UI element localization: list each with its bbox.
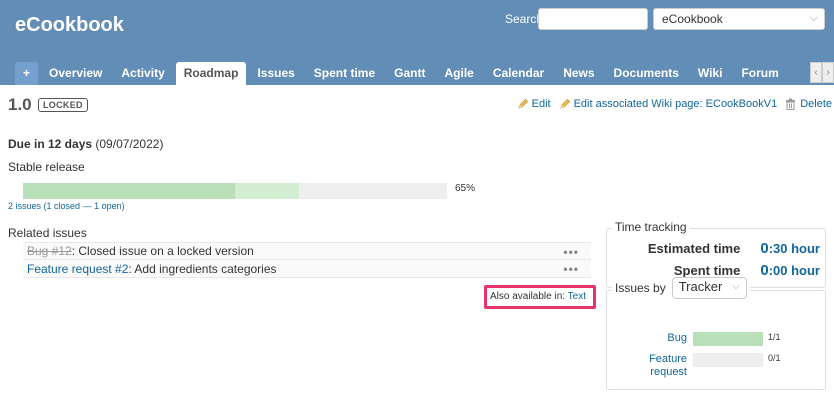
estimated-time-label: Estimated time <box>647 241 741 256</box>
tabs-scroll-buttons: ‹ › <box>810 62 834 85</box>
estimated-time-value[interactable]: 0:30 hour <box>760 240 820 257</box>
delete-link-label: Delete <box>800 98 832 110</box>
tab-forum[interactable]: Forum <box>733 62 786 85</box>
tracker-link[interactable]: Feature request <box>640 353 687 379</box>
progress-closed <box>23 183 235 199</box>
tab-news[interactable]: News <box>555 62 602 85</box>
edit-wiki-link[interactable]: Edit associated Wiki page: ECookBookV1 <box>559 98 778 110</box>
content: 1.0 LOCKED Edit Edit associated Wiki pag… <box>0 85 834 393</box>
tab-calendar[interactable]: Calendar <box>485 62 552 85</box>
tracker-row-feature-request: Feature request 0/1 <box>640 353 810 379</box>
tracker-row-bug: Bug 1/1 <box>640 332 810 346</box>
tracker-progress <box>693 353 763 367</box>
tab-roadmap[interactable]: Roadmap <box>175 62 247 85</box>
table-row: Bug #12 : Closed issue on a locked versi… <box>23 242 591 260</box>
chevron-down-icon: ⌵ <box>809 12 818 24</box>
issues-by-label: Issues by <box>615 281 666 295</box>
related-issues-table: Bug #12 : Closed issue on a locked versi… <box>23 242 591 278</box>
issue-link[interactable]: Feature request #2 <box>27 262 128 276</box>
spent-hours: 0 <box>760 262 769 279</box>
issue-subject: : Add ingredients categories <box>128 261 277 276</box>
header: eCookbook Search: eCookbook ⌵ + Overview… <box>0 0 834 85</box>
tabs-scroll-left-icon[interactable]: ‹ <box>810 62 822 83</box>
tabs-scroll-right-icon[interactable]: › <box>822 62 834 83</box>
tracker-progress-fill <box>693 332 763 346</box>
tracker-count: 0/1 <box>768 353 781 363</box>
version-description: Stable release <box>8 160 85 174</box>
export-text-link[interactable]: Text <box>568 291 586 302</box>
tab-spent-time[interactable]: Spent time <box>306 62 383 85</box>
also-available-label: Also available in: <box>490 291 566 302</box>
tab-new-object[interactable]: + <box>15 62 39 85</box>
app-title[interactable]: eCookbook <box>15 14 124 37</box>
version-title: 1.0 <box>8 95 32 114</box>
spent-minutes: :00 hour <box>768 263 820 278</box>
pencil-icon <box>559 98 570 109</box>
tab-wiki[interactable]: Wiki <box>690 62 731 85</box>
issue-link[interactable]: Bug #12 <box>27 244 72 258</box>
main-menu-tabs: + Overview Activity Roadmap Issues Spent… <box>15 62 790 85</box>
issue-subject: : Closed issue on a locked version <box>71 244 254 258</box>
spent-time-label: Spent time <box>673 263 741 278</box>
trash-icon <box>786 98 796 110</box>
tab-documents[interactable]: Documents <box>606 62 687 85</box>
project-jump-select[interactable]: eCookbook ⌵ <box>653 8 825 30</box>
due-days: Due in 12 days <box>8 137 93 151</box>
tab-agile[interactable]: Agile <box>436 62 481 85</box>
edit-link[interactable]: Edit <box>517 98 551 110</box>
tab-issues[interactable]: Issues <box>249 62 302 85</box>
tracker-progress <box>693 332 763 346</box>
spent-time-value[interactable]: 0:00 hour <box>760 262 820 279</box>
chevron-down-icon: ⌵ <box>732 281 740 292</box>
issues-by-legend: Issues by Tracker ⌵ <box>612 277 750 299</box>
pencil-icon <box>517 98 528 109</box>
table-row: Feature request #2 : Add ingredients cat… <box>23 260 591 278</box>
edit-wiki-link-label: Edit associated Wiki page: ECookBookV1 <box>573 98 778 110</box>
tracker-count: 1/1 <box>768 332 781 342</box>
estimated-minutes: :30 hour <box>768 241 820 256</box>
more-actions-icon[interactable]: ••• <box>563 262 579 276</box>
version-actions: Edit Edit associated Wiki page: ECookBoo… <box>509 98 832 110</box>
delete-link[interactable]: Delete <box>785 98 832 110</box>
estimated-hours: 0 <box>760 240 769 257</box>
issues-detail[interactable]: (1 closed — 1 open) <box>44 201 125 211</box>
version-progress-bar <box>23 183 447 199</box>
also-available-in: Also available in: Text <box>484 285 596 309</box>
related-issues-title: Related issues <box>8 226 87 240</box>
estimated-time-row: Estimated time 0:30 hour <box>648 240 820 257</box>
time-tracking-legend: Time tracking <box>612 220 690 234</box>
search-input[interactable] <box>538 8 648 30</box>
due-date: (09/07/2022) <box>95 137 164 151</box>
locked-badge: LOCKED <box>38 98 88 112</box>
tab-overview[interactable]: Overview <box>41 62 110 85</box>
progress-done <box>235 183 299 199</box>
due-info: Due in 12 days (09/07/2022) <box>8 137 163 151</box>
edit-link-label: Edit <box>531 98 551 110</box>
more-actions-icon[interactable]: ••• <box>563 245 579 259</box>
issue-counts: 2 issues (1 closed — 1 open) <box>8 201 131 211</box>
issues-by-select[interactable]: Tracker ⌵ <box>671 277 747 299</box>
tab-activity[interactable]: Activity <box>113 62 172 85</box>
issues-by-select-value: Tracker <box>678 279 723 294</box>
project-select-value: eCookbook <box>662 12 723 26</box>
tab-gantt[interactable]: Gantt <box>386 62 433 85</box>
issues-total-link[interactable]: 2 issues <box>8 201 41 211</box>
tracker-link[interactable]: Bug <box>640 332 687 346</box>
progress-percent: 65% <box>455 183 476 194</box>
